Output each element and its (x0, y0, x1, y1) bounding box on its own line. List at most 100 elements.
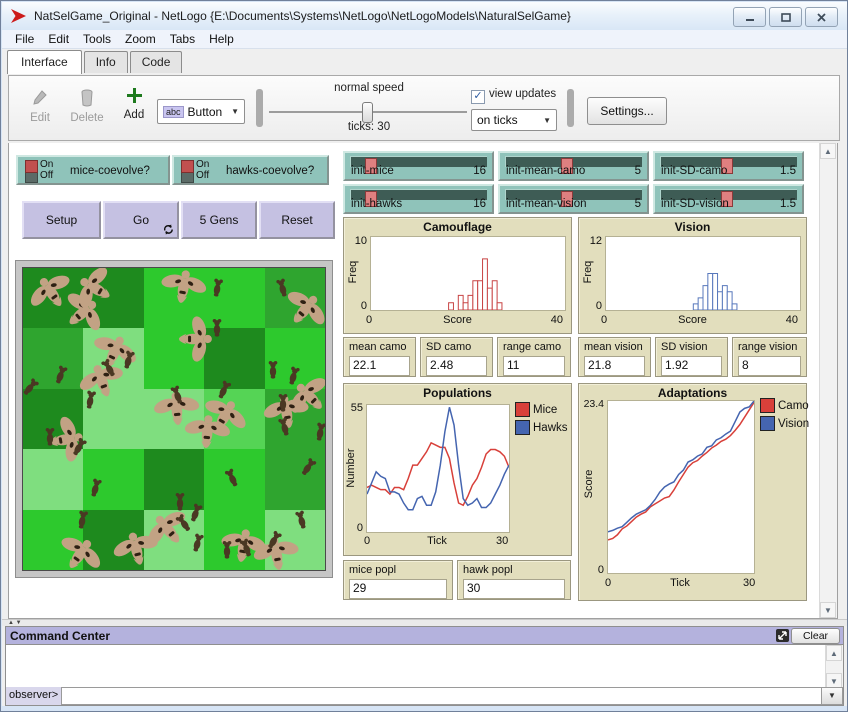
y-axis-label: Number (345, 438, 357, 498)
switch-track[interactable] (25, 160, 38, 183)
ticks-counter: ticks: 30 (271, 121, 467, 133)
command-output[interactable]: ▲ ▼ (6, 644, 843, 690)
canvas-vertical-scrollbar[interactable]: ▲ ▼ (819, 143, 837, 618)
maximize-button[interactable] (769, 7, 802, 27)
legend-camo: Camo (760, 398, 809, 413)
monitor-value: 21.8 (584, 356, 645, 376)
monitor-label: SD vision (661, 341, 707, 353)
switch-mice-coevolve[interactable]: On Off mice-coevolve? (16, 155, 170, 185)
minimize-button[interactable] (733, 7, 766, 27)
tab-interface[interactable]: Interface (7, 50, 82, 74)
netlogo-window: NatSelGame_Original - NetLogo {E:\Docume… (0, 0, 848, 712)
reset-button[interactable]: Reset (259, 201, 335, 239)
output-scrollbar[interactable]: ▲ ▼ (825, 645, 843, 689)
app-area: Interface Info Code Edit Delete Add abc … (2, 49, 847, 706)
monitor-value: 30 (463, 579, 565, 599)
update-mode-value: on ticks (477, 113, 518, 127)
legend-swatch (760, 416, 775, 431)
slider-init-sd-vision[interactable]: init-SD-vision 1.5 (653, 184, 804, 214)
monitor-label: SD camo (426, 341, 471, 353)
add-tool[interactable]: Add (119, 87, 149, 121)
world-view[interactable] (16, 261, 332, 577)
slider-init-mean-camo[interactable]: init-mean-camo 5 (498, 151, 649, 181)
slider-init-mean-vision[interactable]: init-mean-vision 5 (498, 184, 649, 214)
y-axis-label: Freq (582, 242, 594, 302)
mouse (44, 427, 57, 451)
slider-value: 1.5 (780, 165, 796, 177)
monitor-mice-popl: mice popl 29 (343, 560, 453, 600)
scroll-up-icon[interactable]: ▲ (820, 143, 836, 159)
observer-prompt: observer> (6, 687, 61, 705)
scroll-up-icon[interactable]: ▲ (826, 645, 842, 661)
tab-info[interactable]: Info (84, 51, 128, 73)
slider-init-mice[interactable]: init-mice 16 (343, 151, 494, 181)
checkbox-checked-icon[interactable]: ✓ (471, 90, 485, 104)
switch-on-label: On (196, 159, 209, 170)
tab-strip: Interface Info Code (7, 51, 184, 73)
clear-button[interactable]: Clear (791, 628, 840, 644)
slider-init-sd-camo[interactable]: init-SD-camo 1.5 (653, 151, 804, 181)
forever-icon (163, 224, 174, 235)
menu-file[interactable]: File (8, 31, 41, 47)
monitor-value: 22.1 (349, 356, 410, 376)
x-axis-max: 40 (786, 314, 798, 326)
slider-label: init-mean-camo (506, 165, 585, 177)
scroll-down-icon[interactable]: ▼ (820, 602, 836, 618)
widget-type-dropdown[interactable]: abc Button ▼ (157, 99, 245, 124)
five-gens-button[interactable]: 5 Gens (181, 201, 257, 239)
trash-icon (80, 89, 94, 107)
legend-swatch (515, 420, 530, 435)
view-updates-toggle[interactable]: ✓view updates (471, 88, 581, 104)
command-history-dropdown[interactable]: ▼ (821, 687, 843, 705)
menu-edit[interactable]: Edit (41, 31, 76, 47)
slider-init-hawks[interactable]: init-hawks 16 (343, 184, 494, 214)
slider-label: init-SD-vision (661, 198, 729, 210)
x-axis-label: Tick (366, 535, 508, 547)
setup-button[interactable]: Setup (22, 201, 101, 239)
mouse (267, 360, 280, 384)
edit-tool[interactable]: Edit (23, 89, 57, 124)
legend-label: Camo (778, 400, 809, 412)
expand-icon[interactable] (776, 629, 789, 642)
settings-button[interactable]: Settings... (587, 97, 667, 125)
close-button[interactable] (805, 7, 838, 27)
monitor-value: 1.92 (661, 356, 722, 376)
switch-hawks-coevolve[interactable]: On Off hawks-coevolve? (172, 155, 329, 185)
y-axis-min: 0 (579, 564, 604, 576)
monitor-label: mean vision (584, 341, 643, 353)
monitor-value: 29 (349, 579, 447, 599)
go-button[interactable]: Go (103, 201, 179, 239)
menu-tabs[interactable]: Tabs (163, 31, 202, 47)
slider-value: 5 (635, 165, 641, 177)
monitor-value: 8 (738, 356, 801, 376)
y-axis-label: Score (583, 454, 595, 514)
switch-knob[interactable] (25, 160, 38, 173)
menu-help[interactable]: Help (202, 31, 241, 47)
monitor-label: range camo (503, 341, 561, 353)
x-axis-label: Tick (607, 577, 753, 589)
command-input[interactable] (61, 687, 821, 705)
delete-tool[interactable]: Delete (65, 89, 109, 124)
adaptations-plot: Adaptations 23.4 0 Score 0 Tick 30 Camo … (578, 383, 807, 601)
switch-knob[interactable] (181, 160, 194, 173)
menu-tools[interactable]: Tools (76, 31, 118, 47)
monitor-value: 11 (503, 356, 565, 376)
command-center-splitter[interactable]: ▲ ▼ (2, 619, 847, 626)
slider-value: 5 (635, 198, 641, 210)
pencil-icon (32, 89, 48, 107)
vision-plot: Vision 12 0 Freq 0 Score 40 (578, 217, 807, 334)
command-center: Command Center Clear ▲ ▼ observer> ▼ (5, 626, 844, 706)
switch-track[interactable] (181, 160, 194, 183)
switch-label: hawks-coevolve? (226, 165, 314, 177)
speed-slider-handle[interactable] (362, 102, 373, 123)
title-bar[interactable]: NatSelGame_Original - NetLogo {E:\Docume… (2, 2, 847, 30)
x-axis-max: 30 (743, 577, 755, 589)
menu-zoom[interactable]: Zoom (118, 31, 163, 47)
update-mode-dropdown[interactable]: on ticks ▼ (471, 109, 557, 131)
toolbar-separator (567, 89, 574, 127)
monitor-label: hawk popl (463, 564, 513, 576)
command-center-title: Command Center (6, 629, 110, 643)
tab-code[interactable]: Code (130, 51, 183, 73)
y-axis-max: 23.4 (579, 398, 604, 410)
monitor-hawk-popl: hawk popl 30 (457, 560, 571, 600)
